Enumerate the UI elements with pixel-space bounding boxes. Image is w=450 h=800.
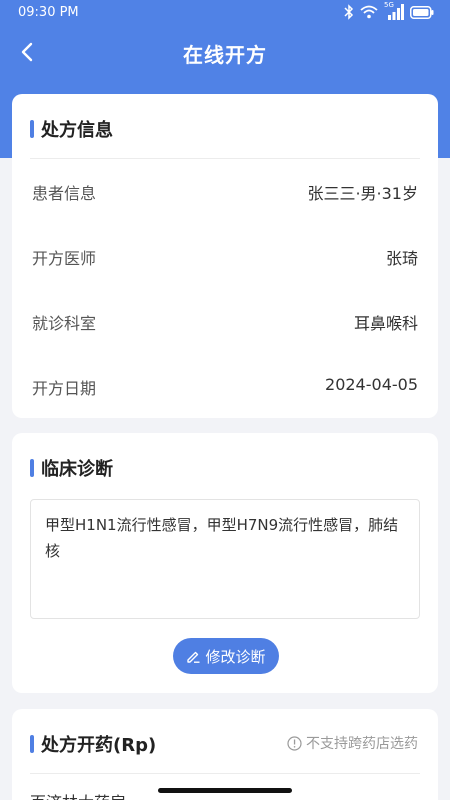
info-value: 张琦: [385, 249, 418, 268]
bluetooth-icon: [344, 4, 354, 20]
info-row-date: 开方日期 2024-04-05: [32, 375, 418, 399]
pharmacy-name[interactable]: 百济林大药房: [30, 789, 126, 800]
section-title: 处方信息: [41, 120, 113, 141]
section-header: 处方开药(Rp): [30, 731, 156, 757]
info-row-patient: 患者信息 张三三·男·31岁: [32, 180, 418, 204]
section-accent-bar: [30, 735, 34, 753]
status-time: 09:30 PM: [18, 5, 79, 20]
divider: [30, 773, 420, 774]
notice-text: 不支持跨药店选药: [306, 736, 418, 752]
info-label: 就诊科室: [32, 314, 97, 333]
status-icons: 5G: [344, 1, 434, 20]
section-accent-bar: [30, 459, 34, 477]
section-title: 处方开药(Rp): [41, 735, 157, 756]
info-label: 开方医师: [32, 249, 97, 268]
info-label: 患者信息: [32, 184, 97, 203]
edit-diagnosis-label: 修改诊断: [205, 647, 266, 666]
diagnosis-textarea[interactable]: 甲型H1N1流行性感冒，甲型H7N9流行性感冒，肺结核: [30, 499, 420, 619]
nav-bar: 在线开方: [0, 30, 450, 74]
page-title: 在线开方: [183, 43, 267, 67]
info-icon: [287, 735, 302, 751]
info-value: 2024-04-05: [325, 375, 418, 394]
prescription-info-card: 处方信息 患者信息 张三三·男·31岁 开方医师 张琦 就诊科室 耳鼻喉科 开方…: [12, 94, 438, 418]
home-indicator: [158, 788, 292, 793]
section-accent-bar: [30, 120, 34, 138]
medication-card: 处方开药(Rp) 不支持跨药店选药 百济林大药房: [12, 709, 438, 800]
info-row-department: 就诊科室 耳鼻喉科: [32, 310, 418, 334]
section-header: 临床诊断: [30, 455, 113, 481]
divider: [30, 158, 420, 159]
info-value: 张三三·男·31岁: [307, 184, 418, 203]
network-type-label: 5G: [384, 1, 394, 9]
edit-diagnosis-button[interactable]: 修改诊断: [173, 638, 279, 674]
battery-icon: [410, 5, 434, 19]
info-row-doctor: 开方医师 张琦: [32, 245, 418, 269]
status-bar: 09:30 PM 5G: [0, 0, 450, 26]
wifi-icon: [360, 5, 378, 19]
diagnosis-card: 临床诊断 甲型H1N1流行性感冒，甲型H7N9流行性感冒，肺结核 修改诊断: [12, 433, 438, 693]
pharmacy-notice: 不支持跨药店选药: [287, 733, 418, 753]
section-title: 临床诊断: [41, 459, 113, 480]
info-value: 耳鼻喉科: [353, 314, 418, 333]
section-header: 处方信息: [30, 116, 113, 142]
edit-icon: [187, 651, 200, 663]
info-label: 开方日期: [32, 379, 97, 398]
cellular-signal-icon: 5G: [384, 1, 404, 20]
